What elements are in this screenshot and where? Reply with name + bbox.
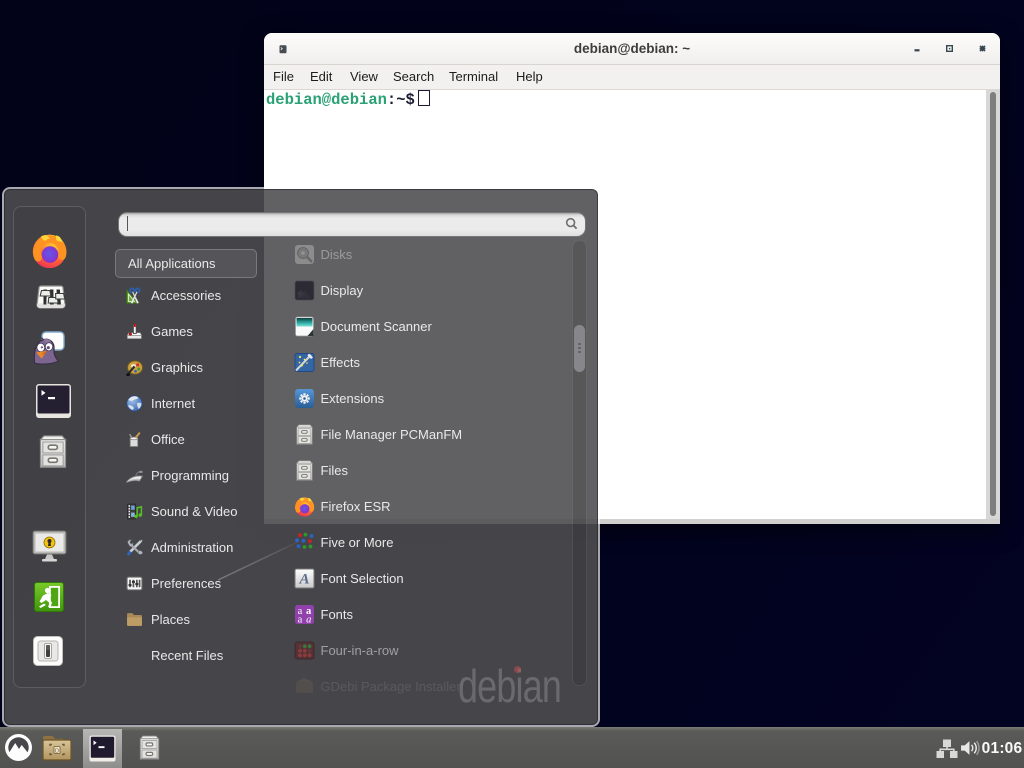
svg-text:a: a (306, 614, 311, 624)
svg-text:a: a (298, 614, 303, 624)
svg-text:D: D (55, 748, 59, 754)
